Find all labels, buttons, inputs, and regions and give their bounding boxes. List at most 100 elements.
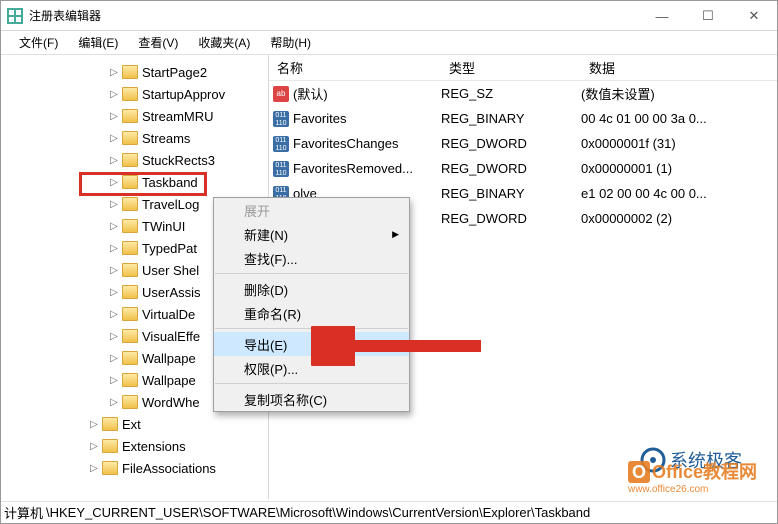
tree-item[interactable]: ▷ Streams [1, 127, 268, 149]
menu-view[interactable]: 查看(V) [128, 32, 188, 53]
tree-label: FileAssociations [122, 461, 216, 476]
tree-label: StartPage2 [142, 65, 207, 80]
expander-icon[interactable]: ▷ [88, 441, 100, 452]
expander-icon[interactable]: ▷ [108, 243, 120, 254]
col-name[interactable]: 名称 [269, 58, 441, 77]
list-row[interactable]: 011110FavoritesRemoved...REG_DWORD0x0000… [269, 156, 777, 181]
ctx-rename[interactable]: 重命名(R) [214, 301, 409, 325]
window-title: 注册表编辑器 [29, 7, 101, 24]
tree-item[interactable]: ▷ StartPage2 [1, 61, 268, 83]
tree-label: User Shel [142, 263, 199, 278]
folder-icon [102, 417, 118, 431]
list-header[interactable]: 名称 类型 数据 [269, 55, 777, 81]
value-data: (数值未设置) [581, 84, 777, 103]
tree-label: Taskband [142, 175, 198, 190]
folder-icon [122, 351, 138, 365]
expander-icon[interactable]: ▷ [108, 309, 120, 320]
maximize-button[interactable]: ☐ [685, 1, 731, 31]
close-button[interactable]: ✕ [731, 1, 777, 31]
ctx-new[interactable]: 新建(N) ▶ [214, 222, 409, 246]
status-path: \HKEY_CURRENT_USER\SOFTWARE\Microsoft\Wi… [46, 505, 777, 520]
ctx-delete[interactable]: 删除(D) [214, 277, 409, 301]
tree-label: Ext [122, 417, 141, 432]
expander-icon[interactable]: ▷ [108, 221, 120, 232]
tree-label: TravelLog [142, 197, 199, 212]
tree-label: Streams [142, 131, 190, 146]
tree-label: VirtualDe [142, 307, 195, 322]
expander-icon[interactable]: ▷ [108, 155, 120, 166]
menu-help[interactable]: 帮助(H) [260, 32, 321, 53]
list-row[interactable]: 011110FavoritesREG_BINARY00 4c 01 00 00 … [269, 106, 777, 131]
tree-item[interactable]: ▷ StuckRects3 [1, 149, 268, 171]
binary-value-icon: 011110 [273, 136, 289, 152]
tree-label: Extensions [122, 439, 186, 454]
status-bar: 计算机 \HKEY_CURRENT_USER\SOFTWARE\Microsof… [1, 501, 777, 523]
ctx-find[interactable]: 查找(F)... [214, 246, 409, 270]
folder-icon [122, 109, 138, 123]
tree-label: VisualEffe [142, 329, 200, 344]
expander-icon[interactable]: ▷ [88, 463, 100, 474]
menu-edit[interactable]: 编辑(E) [68, 32, 128, 53]
folder-icon [122, 131, 138, 145]
list-row[interactable]: ab(默认)REG_SZ(数值未设置) [269, 81, 777, 106]
tree-item[interactable]: ▷ Extensions [1, 435, 268, 457]
folder-icon [122, 263, 138, 277]
tree-label: StuckRects3 [142, 153, 215, 168]
folder-icon [122, 241, 138, 255]
minimize-button[interactable]: — [639, 1, 685, 31]
expander-icon[interactable]: ▷ [108, 265, 120, 276]
folder-icon [102, 439, 118, 453]
expander-icon[interactable]: ▷ [108, 89, 120, 100]
tree-item[interactable]: ▷ Ext [1, 413, 268, 435]
list-row[interactable]: 011110FavoritesChangesREG_DWORD0x0000001… [269, 131, 777, 156]
col-type[interactable]: 类型 [441, 58, 581, 77]
watermark-office26: OOffice教程网 www.office26.com [628, 458, 757, 495]
folder-icon [122, 329, 138, 343]
expander-icon[interactable]: ▷ [108, 111, 120, 122]
separator [215, 383, 408, 384]
folder-icon [122, 395, 138, 409]
submenu-arrow-icon: ▶ [392, 229, 399, 240]
expander-icon[interactable]: ▷ [108, 133, 120, 144]
expander-icon[interactable]: ▷ [108, 397, 120, 408]
tree-item[interactable]: ▷ Taskband [1, 171, 268, 193]
folder-icon [122, 307, 138, 321]
value-type: REG_DWORD [441, 136, 581, 151]
context-menu: 展开 新建(N) ▶ 查找(F)... 删除(D) 重命名(R) 导出(E) 权… [213, 197, 410, 412]
value-type: REG_BINARY [441, 186, 581, 201]
menu-file[interactable]: 文件(F) [9, 32, 68, 53]
expander-icon[interactable]: ▷ [108, 177, 120, 188]
expander-icon[interactable]: ▷ [108, 375, 120, 386]
value-type: REG_SZ [441, 86, 581, 101]
expander-icon[interactable]: ▷ [108, 331, 120, 342]
col-data[interactable]: 数据 [581, 58, 777, 77]
binary-value-icon: 011110 [273, 111, 289, 127]
separator [215, 273, 408, 274]
tree-item[interactable]: ▷StreamMRU [1, 105, 268, 127]
value-name: FavoritesRemoved... [293, 161, 413, 176]
ctx-copykey[interactable]: 复制项名称(C) [214, 387, 409, 411]
value-data: 0x00000002 (2) [581, 211, 777, 226]
ctx-export[interactable]: 导出(E) [214, 332, 409, 356]
value-name: (默认) [293, 84, 328, 103]
ctx-permissions[interactable]: 权限(P)... [214, 356, 409, 380]
folder-icon [122, 87, 138, 101]
value-data: 00 4c 01 00 00 3a 0... [581, 111, 777, 126]
tree-label: UserAssis [142, 285, 201, 300]
expander-icon[interactable]: ▷ [108, 287, 120, 298]
tree-label: StartupApprov [142, 87, 225, 102]
value-type: REG_DWORD [441, 161, 581, 176]
tree-item[interactable]: ▷ FileAssociations [1, 457, 268, 479]
value-name: Favorites [293, 111, 346, 126]
folder-icon [122, 373, 138, 387]
value-name: FavoritesChanges [293, 136, 399, 151]
expander-icon[interactable]: ▷ [108, 199, 120, 210]
folder-icon [102, 461, 118, 475]
expander-icon[interactable]: ▷ [108, 353, 120, 364]
expander-icon[interactable]: ▷ [88, 419, 100, 430]
tree-item[interactable]: ▷ StartupApprov [1, 83, 268, 105]
menu-favorites[interactable]: 收藏夹(A) [188, 32, 260, 53]
folder-icon [122, 219, 138, 233]
folder-icon [122, 65, 138, 79]
expander-icon[interactable]: ▷ [108, 67, 120, 78]
